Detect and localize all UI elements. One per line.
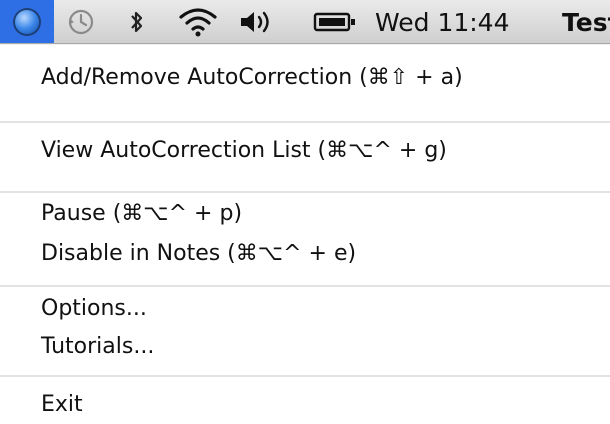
autocorrection-app-icon[interactable]	[0, 0, 54, 43]
menubar-user[interactable]: Test	[562, 8, 610, 37]
menu-item-tutorials[interactable]: Tutorials...	[41, 334, 154, 359]
bluetooth-icon[interactable]	[126, 7, 148, 37]
menu-item-pause[interactable]: Pause (⌘⌥^ + p)	[41, 201, 242, 226]
app-orb	[13, 8, 41, 36]
volume-icon[interactable]	[236, 7, 276, 37]
menu-item-exit[interactable]: Exit	[41, 392, 83, 417]
autocorrection-menu: Add/Remove AutoCorrection (⌘⇧ + a) View …	[0, 45, 610, 424]
menu-item-view-autocorrection-list[interactable]: View AutoCorrection List (⌘⌥^ + g)	[41, 138, 447, 163]
time-machine-icon[interactable]	[64, 7, 98, 37]
menu-separator	[0, 191, 610, 193]
menubar-clock[interactable]: Wed 11:44	[375, 8, 510, 37]
menu-item-options[interactable]: Options...	[41, 296, 147, 321]
menu-separator	[0, 121, 610, 123]
battery-icon[interactable]	[312, 7, 358, 37]
menu-item-disable-in-notes[interactable]: Disable in Notes (⌘⌥^ + e)	[41, 241, 356, 266]
menu-item-add-remove-autocorrection[interactable]: Add/Remove AutoCorrection (⌘⇧ + a)	[41, 65, 463, 90]
menu-separator	[0, 285, 610, 287]
menu-separator	[0, 375, 610, 377]
menu-bar: Wed 11:44 Test	[0, 0, 610, 44]
wifi-icon[interactable]	[174, 7, 222, 37]
